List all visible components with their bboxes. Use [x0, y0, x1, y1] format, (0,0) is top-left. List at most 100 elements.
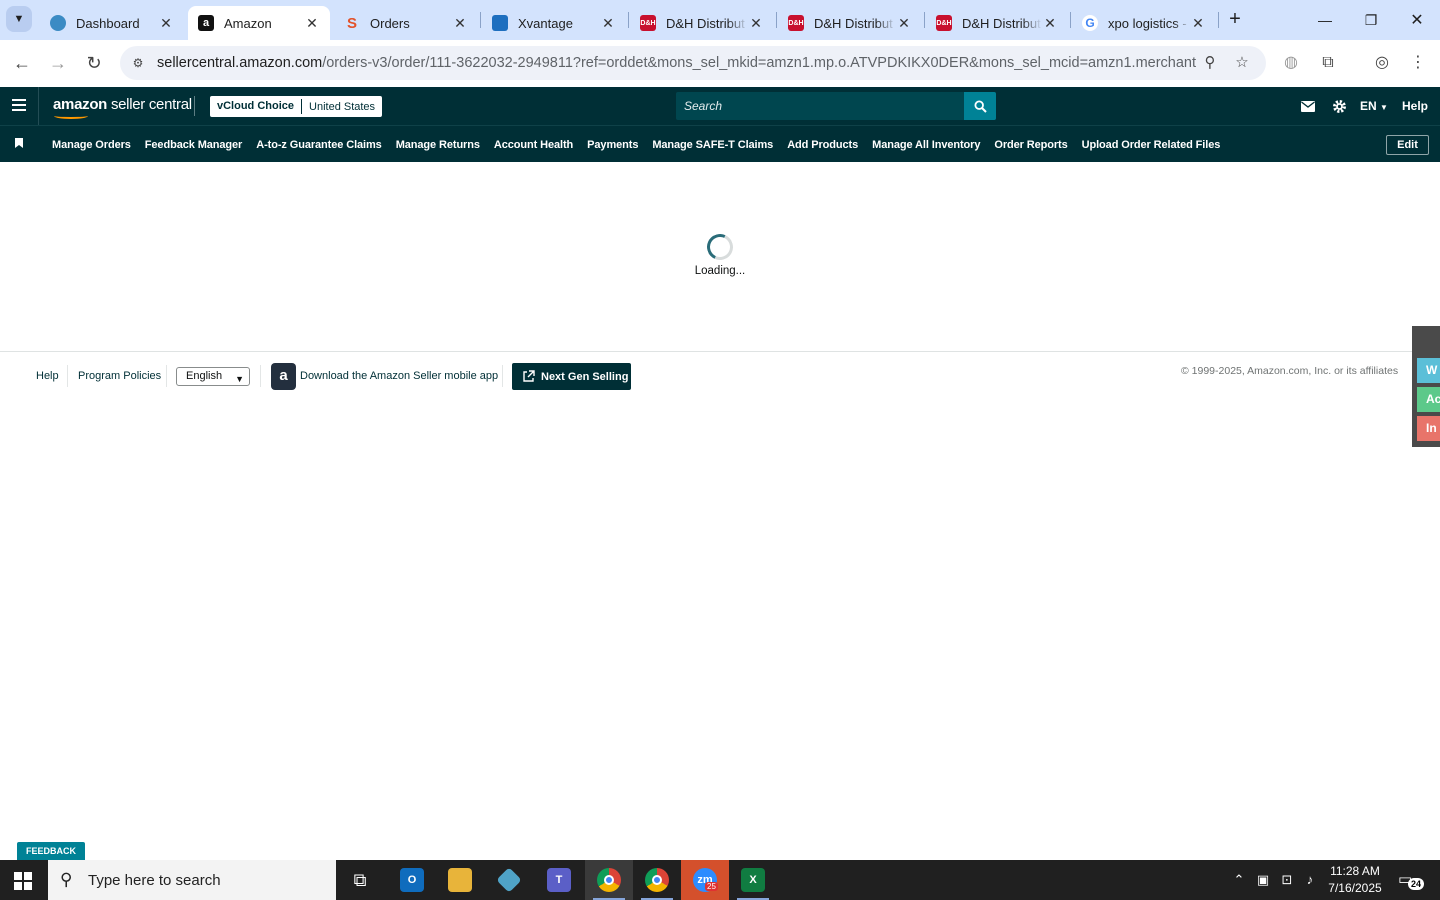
- excel-icon[interactable]: X: [729, 860, 777, 900]
- zoom-app-icon[interactable]: zm 25: [681, 860, 729, 900]
- nav-safe-t-claims[interactable]: Manage SAFE-T Claims: [652, 139, 773, 151]
- new-tab-button[interactable]: +: [1224, 8, 1246, 30]
- nav-payments[interactable]: Payments: [587, 139, 638, 151]
- mail-icon[interactable]: [1300, 98, 1316, 114]
- close-icon[interactable]: ✕: [748, 15, 764, 32]
- task-view-icon[interactable]: ⧉: [336, 860, 384, 900]
- url-text[interactable]: sellercentral.amazon.com/orders-v3/order…: [157, 55, 1197, 71]
- file-explorer-icon[interactable]: [436, 860, 484, 900]
- seller-central-logo[interactable]: amazon seller central: [53, 96, 192, 113]
- minimize-icon[interactable]: —: [1302, 0, 1348, 40]
- footer-help-link[interactable]: Help: [36, 370, 59, 382]
- chrome-icon[interactable]: [585, 860, 633, 900]
- tab-separator: [924, 12, 925, 28]
- tab-search-button[interactable]: ▼: [6, 6, 32, 32]
- marketplace-name: United States: [309, 100, 376, 113]
- amazon-icon: a: [198, 15, 214, 31]
- tab-dashboard[interactable]: Dashboard ✕: [40, 6, 184, 40]
- xvantage-app-icon[interactable]: [485, 860, 533, 900]
- settings-gear-icon[interactable]: [1331, 98, 1347, 114]
- close-icon[interactable]: ✕: [452, 15, 468, 32]
- feedback-tab[interactable]: FEEDBACK ✕: [17, 842, 85, 874]
- tab-dh-distribution-1[interactable]: D&H D&H Distribut ✕: [630, 6, 774, 40]
- nav-manage-orders[interactable]: Manage Orders: [52, 139, 131, 151]
- forward-icon[interactable]: →: [45, 50, 71, 76]
- caret-down-icon: ▼: [1380, 103, 1388, 112]
- windows-start-icon[interactable]: [14, 872, 32, 890]
- dh-icon: D&H: [788, 15, 804, 31]
- browser-tab-strip: ▼ Dashboard ✕ a Amazon ✕ S Orders ✕ Xvan…: [0, 0, 1440, 40]
- next-gen-selling-button[interactable]: Next Gen Selling: [512, 363, 631, 390]
- notifications-icon[interactable]: ▭ 24: [1398, 870, 1425, 890]
- tab-dh-distribution-2[interactable]: D&H D&H Distribut ✕: [778, 6, 922, 40]
- search-button[interactable]: [964, 92, 996, 120]
- orders-icon: S: [346, 14, 357, 32]
- close-icon[interactable]: ✕: [600, 15, 616, 32]
- nav-account-health[interactable]: Account Health: [494, 139, 573, 151]
- tab-separator: [1218, 12, 1219, 28]
- tab-xvantage[interactable]: Xvantage ✕: [482, 6, 626, 40]
- tab-orders[interactable]: S Orders ✕: [334, 6, 478, 40]
- nav-manage-returns[interactable]: Manage Returns: [396, 139, 480, 151]
- nav-add-products[interactable]: Add Products: [787, 139, 858, 151]
- tab-title: Xvantage: [518, 15, 573, 31]
- language-selector[interactable]: EN ▼: [1360, 99, 1388, 113]
- profile-icon[interactable]: ◎: [1371, 52, 1393, 74]
- meet-now-icon[interactable]: ▣: [1255, 872, 1271, 888]
- side-widget-item[interactable]: W: [1417, 358, 1440, 383]
- clock-time: 11:28 AM: [1330, 864, 1380, 878]
- side-widget-item[interactable]: Ac: [1417, 387, 1440, 412]
- tab-dh-distribution-3[interactable]: D&H D&H Distribut ✕: [926, 6, 1068, 40]
- volume-icon[interactable]: ♪: [1302, 872, 1318, 888]
- translate-icon[interactable]: ◍: [1280, 52, 1302, 74]
- search-input[interactable]: [676, 92, 964, 120]
- menu-dots-icon[interactable]: ⋮: [1407, 52, 1429, 74]
- close-icon[interactable]: ✕: [158, 15, 174, 32]
- teams-icon[interactable]: T: [535, 860, 583, 900]
- footer-separator: [260, 365, 261, 387]
- side-widget-item[interactable]: In: [1417, 416, 1440, 441]
- tab-amazon[interactable]: a Amazon ✕: [188, 6, 330, 40]
- chevron-down-icon: ▼: [235, 374, 244, 384]
- restore-icon[interactable]: ❐: [1348, 0, 1394, 40]
- outlook-icon[interactable]: O: [388, 860, 436, 900]
- taskbar-search[interactable]: ⚲ Type here to search: [48, 860, 336, 900]
- taskbar-search-placeholder: Type here to search: [88, 872, 221, 889]
- chevron-up-icon[interactable]: ⌃: [1231, 872, 1247, 888]
- edit-nav-button[interactable]: Edit: [1386, 135, 1429, 155]
- account-switcher[interactable]: vCloud Choice United States: [210, 96, 383, 117]
- close-icon[interactable]: ✕: [896, 15, 912, 32]
- extensions-icon[interactable]: ⧉: [1317, 52, 1339, 74]
- nav-a-to-z-claims[interactable]: A-to-z Guarantee Claims: [256, 139, 382, 151]
- amazon-smile-icon: [54, 113, 88, 119]
- program-policies-link[interactable]: Program Policies: [78, 370, 161, 382]
- close-window-icon[interactable]: ✕: [1394, 0, 1440, 40]
- bookmark-star-icon[interactable]: ☆: [1232, 54, 1252, 74]
- back-icon[interactable]: ←: [9, 50, 35, 76]
- tab-title: xpo logistics -: [1108, 15, 1187, 31]
- address-bar[interactable]: ⚙ sellercentral.amazon.com/orders-v3/ord…: [120, 46, 1266, 80]
- close-icon[interactable]: ✕: [1042, 15, 1058, 32]
- site-info-icon[interactable]: ⚙: [128, 53, 148, 73]
- nav-order-reports[interactable]: Order Reports: [994, 139, 1067, 151]
- chrome-profile-icon[interactable]: [633, 860, 681, 900]
- loading-spinner-icon: [703, 230, 737, 264]
- selected-language: English: [186, 370, 223, 382]
- nav-upload-order-files[interactable]: Upload Order Related Files: [1082, 139, 1221, 151]
- tab-xpo-logistics[interactable]: G xpo logistics - ✕: [1072, 6, 1216, 40]
- close-icon[interactable]: ✕: [304, 15, 320, 32]
- system-clock[interactable]: 11:28 AM 7/16/2025: [1322, 863, 1388, 897]
- reload-icon[interactable]: ↻: [81, 50, 107, 76]
- nav-feedback-manager[interactable]: Feedback Manager: [145, 139, 243, 151]
- close-icon[interactable]: ✕: [1190, 15, 1206, 32]
- footer-separator: [502, 365, 503, 387]
- hamburger-menu-icon[interactable]: [12, 99, 26, 111]
- nav-manage-inventory[interactable]: Manage All Inventory: [872, 139, 980, 151]
- network-icon[interactable]: ⊡: [1279, 872, 1295, 888]
- amazon-app-icon[interactable]: a: [271, 363, 296, 390]
- footer-language-select[interactable]: English ▼: [176, 367, 250, 386]
- download-app-link[interactable]: Download the Amazon Seller mobile app: [300, 370, 498, 382]
- help-link[interactable]: Help: [1402, 99, 1428, 113]
- bookmark-icon[interactable]: [15, 138, 23, 148]
- zoom-icon[interactable]: ⚲: [1200, 54, 1220, 74]
